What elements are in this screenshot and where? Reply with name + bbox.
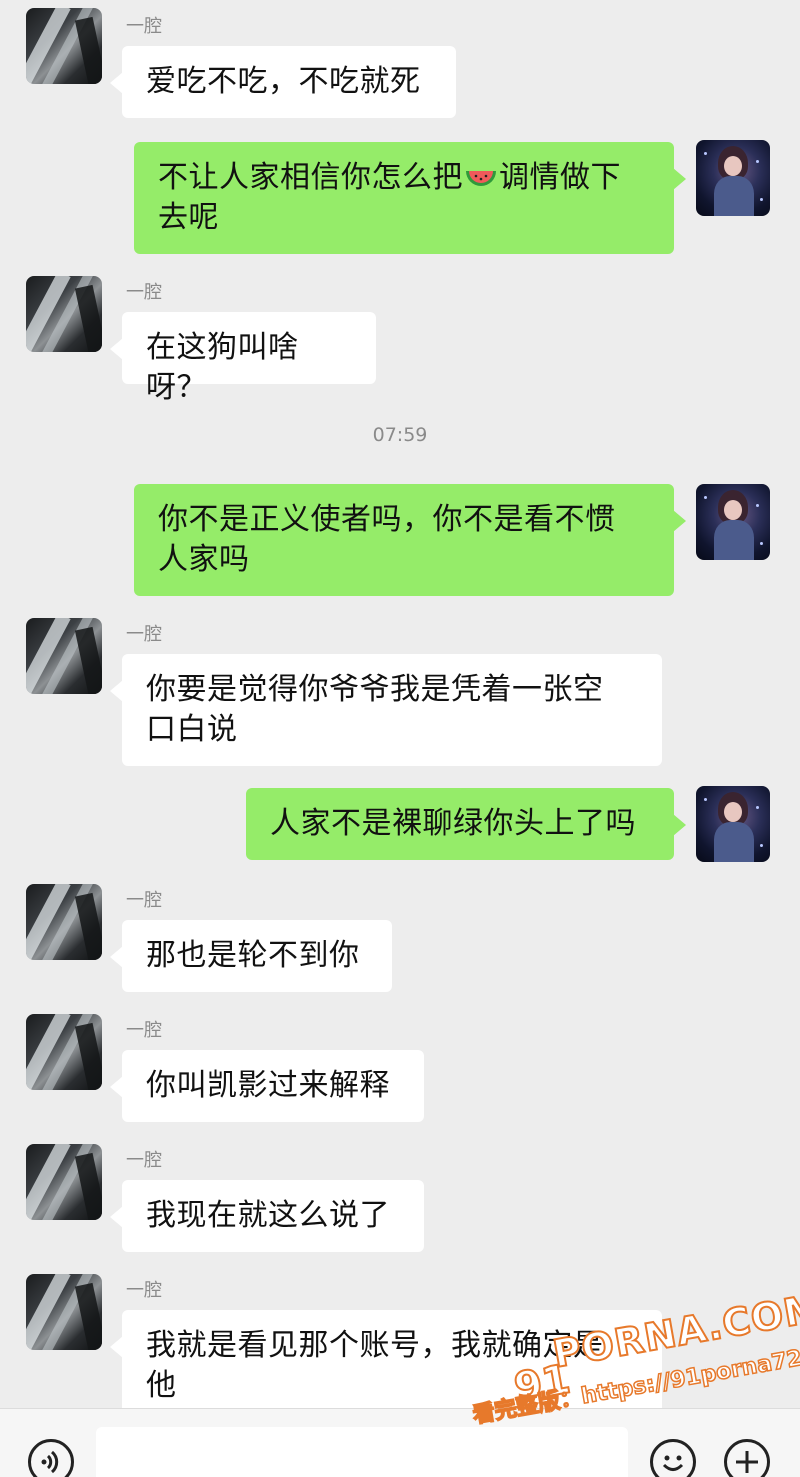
- sender-name: 一腔: [126, 1280, 162, 1301]
- watermelon-emoji: [466, 171, 496, 186]
- message-text: 口白说: [146, 712, 238, 747]
- message-text: 去呢: [158, 200, 219, 235]
- contact-avatar[interactable]: [26, 884, 102, 960]
- message-text: 你叫凯影过来解释: [146, 1068, 390, 1103]
- message-text: 在这狗叫啥呀？: [146, 330, 299, 405]
- sender-name: 一腔: [126, 16, 162, 37]
- message-text: 他: [146, 1368, 177, 1403]
- message-text: 那也是轮不到你: [146, 938, 360, 973]
- message-bubble-outgoing[interactable]: 人家不是裸聊绿你头上了吗: [246, 788, 686, 860]
- sender-name: 一腔: [126, 1020, 162, 1041]
- message-text: 你不是正义使者吗，你不是看不惯: [158, 502, 616, 537]
- sender-name: 一腔: [126, 624, 162, 645]
- message-bubble-incoming[interactable]: 我现在就这么说了: [110, 1180, 424, 1252]
- timestamp: 07:59: [372, 424, 428, 446]
- message-bubble-outgoing[interactable]: 你不是正义使者吗，你不是看不惯 人家吗: [134, 484, 686, 596]
- contact-avatar[interactable]: [26, 276, 102, 352]
- message-input[interactable]: [96, 1427, 628, 1477]
- voice-button[interactable]: [28, 1439, 74, 1477]
- contact-avatar[interactable]: [26, 8, 102, 84]
- sender-name: 一腔: [126, 890, 162, 911]
- contact-avatar[interactable]: [26, 1144, 102, 1220]
- my-avatar[interactable]: [696, 484, 770, 560]
- my-avatar[interactable]: [696, 140, 770, 216]
- plus-icon: [736, 1451, 758, 1473]
- my-avatar[interactable]: [696, 786, 770, 862]
- contact-avatar[interactable]: [26, 618, 102, 694]
- message-bubble-incoming[interactable]: 在这狗叫啥呀？: [110, 312, 376, 405]
- emoji-icon: [662, 1455, 684, 1471]
- message-text: 调情做下: [499, 160, 621, 195]
- message-text: 我现在就这么说了: [146, 1198, 390, 1233]
- voice-icon: [41, 1450, 59, 1474]
- message-text: 人家不是裸聊绿你头上了吗: [270, 806, 636, 841]
- more-button[interactable]: [724, 1439, 770, 1477]
- message-bubble-incoming[interactable]: 你要是觉得你爷爷我是凭着一张空 口白说: [110, 654, 662, 766]
- sender-name: 一腔: [126, 282, 162, 303]
- chat-window: 一腔 爱吃不吃，不吃就死 不让人家相信你怎么把 调情做下 去呢 一腔 在这狗叫啥呀…: [0, 0, 800, 1477]
- message-bubble-incoming[interactable]: 爱吃不吃，不吃就死: [110, 46, 456, 118]
- message-bubble-outgoing[interactable]: 不让人家相信你怎么把 调情做下 去呢: [134, 142, 686, 254]
- input-bar: [0, 1408, 800, 1477]
- sender-name: 一腔: [126, 1150, 162, 1171]
- message-text: 爱吃不吃，不吃就死: [146, 64, 421, 99]
- message-bubble-incoming[interactable]: 你叫凯影过来解释: [110, 1050, 424, 1122]
- message-text: 人家吗: [158, 542, 250, 577]
- message-bubble-incoming[interactable]: 那也是轮不到你: [110, 920, 392, 992]
- contact-avatar[interactable]: [26, 1274, 102, 1350]
- message-text: 不让人家相信你怎么把: [158, 160, 463, 195]
- message-text: 你要是觉得你爷爷我是凭着一张空: [146, 672, 604, 707]
- contact-avatar[interactable]: [26, 1014, 102, 1090]
- emoji-button[interactable]: [650, 1439, 696, 1477]
